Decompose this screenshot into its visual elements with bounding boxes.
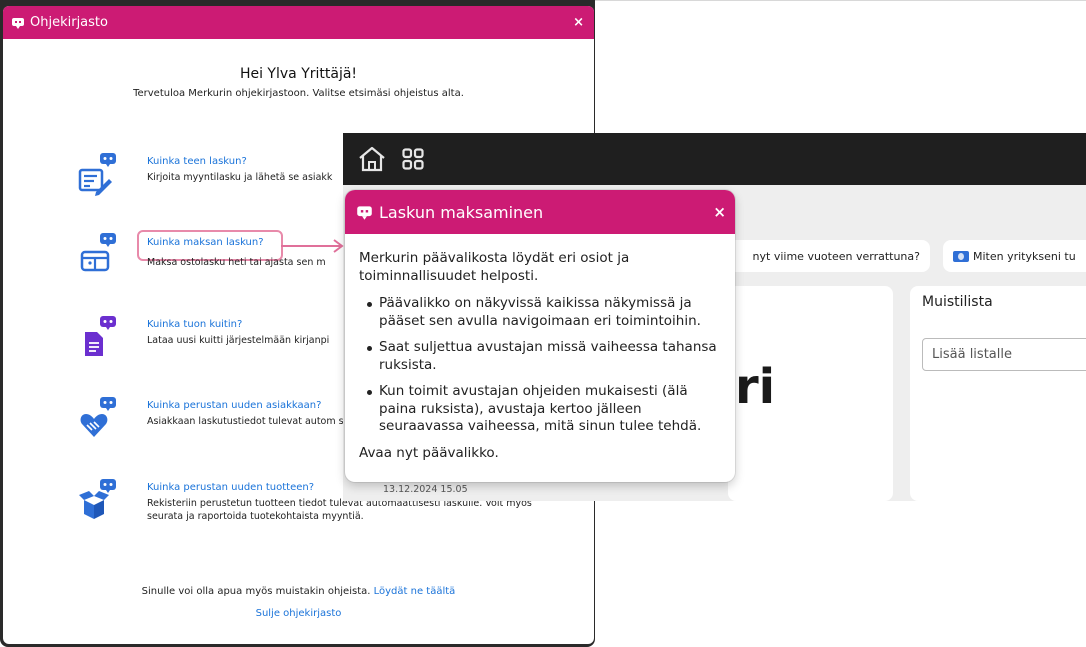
help-library-title: Ohjekirjasto <box>30 15 108 30</box>
suggestion-chip[interactable]: nyt viime vuoteen verrattuna? <box>707 240 930 272</box>
footer-message: Sinulle voi olla apua myös muistakin ohj… <box>141 586 371 597</box>
top-divider <box>594 0 1086 1</box>
greeting: Hei Ylva Yrittäjä! <box>239 66 358 82</box>
guide-bullet: Päävalikko on näkyvissä kaikissa näkymis… <box>365 295 721 330</box>
chip-label: nyt viime vuoteen verrattuna? <box>752 249 920 263</box>
guide-lead: Merkurin päävalikosta löydät eri osiot j… <box>359 250 630 284</box>
close-icon[interactable]: × <box>713 203 726 221</box>
chip-label: Miten yritykseni tu <box>973 249 1076 263</box>
guide-body: Merkurin päävalikosta löydät eri osiot j… <box>345 234 735 462</box>
guide-bullet: Saat suljettua avustajan missä vaiheessa… <box>365 339 721 374</box>
notes-input[interactable]: Lisää listalle <box>922 338 1086 371</box>
close-icon[interactable]: × <box>573 15 584 30</box>
guide-title: Laskun maksaminen <box>379 202 544 222</box>
receipt-icon <box>85 316 116 356</box>
assistant-chat-icon <box>12 17 24 29</box>
link-pay-invoice[interactable]: Kuinka maksan laskun? <box>147 237 264 248</box>
link-create-invoice[interactable]: Kuinka teen laskun? <box>147 156 247 167</box>
guide-bullets: Päävalikko on näkyvissä kaikissa näkymis… <box>359 295 721 436</box>
invoice-write-icon <box>78 153 116 196</box>
link-more-guides[interactable]: Löydät ne täältä <box>374 586 456 597</box>
intro-text: Tervetuloa Merkurin ohjekirjastoon. Vali… <box>133 88 464 99</box>
box-icon <box>79 479 116 519</box>
suggestion-chip[interactable]: Miten yritykseni tu <box>943 240 1086 272</box>
main-menu-grid-icon[interactable] <box>402 148 424 170</box>
home-icon[interactable] <box>358 146 386 172</box>
close-library-link[interactable]: Sulje ohjekirjasto <box>3 608 594 619</box>
timestamp: 13.12.2024 15.05 <box>383 484 468 495</box>
link-new-customer[interactable]: Kuinka perustan uuden asiakkaan? <box>147 400 321 411</box>
link-import-receipt[interactable]: Kuinka tuon kuitin? <box>147 319 242 330</box>
card-big-text: ri <box>735 359 776 415</box>
handshake-heart-icon <box>80 397 116 437</box>
guide-bullet: Kun toimit avustajan ohjeiden mukaisesti… <box>365 383 721 436</box>
guide-instruction: Avaa nyt päävalikko. <box>359 444 499 461</box>
assistant-chat-icon <box>357 205 372 220</box>
money-icon <box>953 250 969 262</box>
notes-card <box>910 286 1086 501</box>
wallet-icon <box>80 233 116 272</box>
footer-text: Sinulle voi olla apua myös muistakin ohj… <box>3 586 594 597</box>
app-top-bar <box>343 133 1086 185</box>
assistant-guide-popup: Laskun maksaminen × Merkurin päävalikost… <box>345 190 735 482</box>
link-new-product[interactable]: Kuinka perustan uuden tuotteen? <box>147 482 314 493</box>
guide-header: Laskun maksaminen × <box>345 190 735 234</box>
pointer-arrow-icon <box>281 239 344 253</box>
help-library-header: Ohjekirjasto × <box>3 6 594 39</box>
notes-title: Muistilista <box>922 294 993 310</box>
